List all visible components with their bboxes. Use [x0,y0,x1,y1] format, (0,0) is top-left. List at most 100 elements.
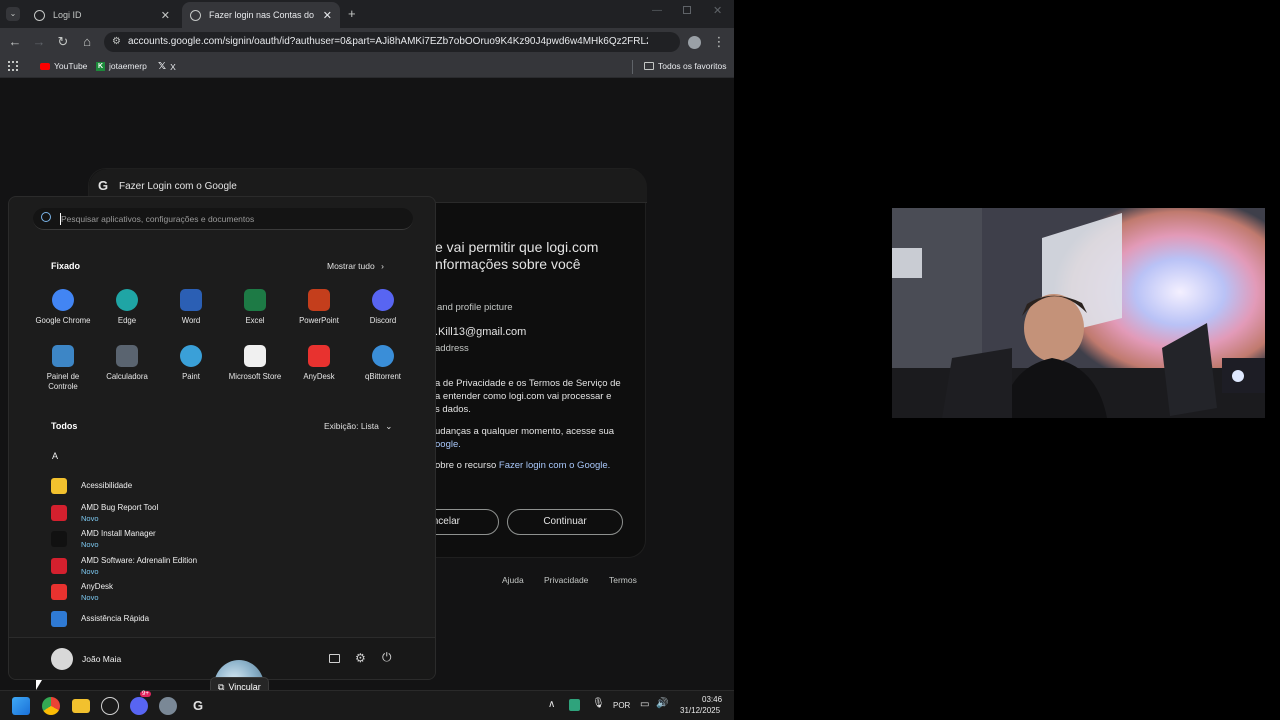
pinned-app[interactable]: Microsoft Store [223,345,287,382]
user-account-button[interactable]: João Maia [51,648,121,670]
all-bookmarks-folder[interactable]: Todos os favoritos [644,61,727,71]
excel-icon [244,289,266,311]
anydesk-icon [308,345,330,367]
profile-avatar[interactable] [688,36,701,49]
ai-assistant-taskbar-icon[interactable] [101,697,119,715]
pinned-app[interactable]: qBittorrent [351,345,415,382]
pinned-app[interactable]: Excel [223,289,287,326]
footer-privacy-link[interactable]: Privacidade [544,575,588,585]
site-info-icon[interactable]: ⚙ [112,36,121,47]
chrome-taskbar-icon[interactable] [42,697,60,715]
tab-logi-id[interactable]: Logi ID ✕ [26,2,178,28]
user-name: João Maia [82,654,122,664]
clock-time[interactable]: 03:46 [702,695,722,704]
pinned-app[interactable]: Painel de Controle [31,345,95,392]
view-mode-label: Exibição: Lista [324,421,379,431]
network-icon[interactable]: ▭ [640,699,649,710]
microphone-icon[interactable]: 🎙 [592,698,605,709]
list-item[interactable]: Assistência Rápida [51,608,411,632]
start-menu: Pesquisar aplicativos, configurações e d… [8,196,436,680]
list-item[interactable]: AMD Bug Report Tool Novo [51,502,411,526]
forward-icon[interactable]: → [32,35,46,49]
pinned-app-label: Word [181,316,201,325]
pinned-app[interactable]: Paint [159,345,223,382]
volume-icon[interactable]: 🔊 [656,698,668,709]
pinned-app[interactable]: AnyDesk [287,345,351,382]
defender-icon[interactable] [569,699,580,711]
windows-start-icon[interactable] [12,697,30,715]
pinned-app[interactable]: Google Chrome [31,289,95,326]
bookmark-label: Todos os favoritos [658,61,727,71]
folder-icon [644,62,654,70]
continue-button[interactable]: Continuar [507,509,623,535]
minimize-icon[interactable]: — [652,5,662,16]
amd-icon [51,505,67,521]
language-indicator[interactable]: POR [613,701,630,710]
clock-date[interactable]: 31/12/2025 [680,706,720,715]
pinned-app[interactable]: Calculadora [95,345,159,382]
list-item[interactable]: AMD Software: Adrenalin Edition Novo [51,555,411,579]
footer-help-link[interactable]: Ajuda [502,575,524,585]
close-icon[interactable]: ✕ [323,9,332,22]
webcam-overlay [892,208,1265,418]
pinned-app-label: Google Chrome [35,316,91,325]
g-hub-taskbar-icon[interactable]: G [189,697,207,715]
discord-taskbar-icon[interactable]: 9+ [130,691,151,715]
consent-heading-1: e vai permitir que logi.com [435,239,599,255]
file-explorer-taskbar-icon[interactable] [72,699,90,713]
bookmark-jotaemerp[interactable]: K jotaemerp [96,61,147,71]
pinned-app[interactable]: PowerPoint [287,289,351,326]
maximize-icon[interactable] [683,6,691,14]
view-mode-button[interactable]: Exibição: Lista ⌄ [324,421,392,432]
settings-gear-icon[interactable]: ⚙ [355,651,366,665]
pinned-title: Fixado [51,261,81,271]
feature-prefix: obre o recurso [435,460,497,471]
all-apps-title: Todos [51,421,78,431]
footer-terms-link[interactable]: Termos [609,575,637,585]
pinned-app[interactable]: Edge [95,289,159,326]
qbittorrent-icon [372,345,394,367]
start-search-box[interactable]: Pesquisar aplicativos, configurações e d… [33,208,413,230]
bookmark-x[interactable]: 𝕏 X [158,61,176,72]
bookmark-label: X [170,61,176,72]
discord-badge: 9+ [140,691,151,697]
list-item-name: AMD Bug Report Tool [81,503,159,512]
list-item[interactable]: AMD Install Manager Novo [51,528,411,552]
new-tab-button[interactable]: + [348,6,356,21]
address-bar[interactable]: ⚙ accounts.google.com/signin/oauth/id?au… [104,32,680,52]
home-icon[interactable]: ⌂ [80,35,94,49]
settings-taskbar-icon[interactable] [159,697,177,715]
list-item[interactable]: AnyDesk Novo [51,581,411,605]
avatar [51,648,73,670]
chevron-down-icon: ⌄ [385,421,393,431]
back-icon[interactable]: ← [8,35,22,49]
bookmark-separator [632,60,633,74]
window-close-icon[interactable]: ✕ [713,4,722,17]
letter-header[interactable]: A [52,451,58,461]
feature-link[interactable]: Fazer login com o Google. [499,460,610,471]
show-all-button[interactable]: Mostrar tudo › [327,261,384,271]
google-account-link[interactable]: oogle. [435,439,461,450]
pinned-app-label: Edge [117,316,137,325]
reload-icon[interactable]: ↻ [56,35,70,49]
tab-title: Logi ID [53,10,82,20]
tab-search-button[interactable]: ⌄ [6,7,20,21]
account-email: .Kill13@gmail.com [435,326,527,338]
consent-header-title: Fazer Login com o Google [119,181,237,192]
list-item-name: AnyDesk [81,582,114,591]
pinned-app[interactable]: Discord [351,289,415,326]
close-icon[interactable]: ✕ [161,9,170,22]
chevron-up-icon[interactable]: ∧ [548,699,555,710]
list-item[interactable]: Acessibilidade [51,475,411,499]
tab-google-login[interactable]: Fazer login nas Contas do Google ✕ [182,2,340,28]
pinned-app-label: Calculadora [106,372,148,381]
paint-icon [180,345,202,367]
google-g-icon: G [98,178,109,193]
file-explorer-icon[interactable] [329,654,340,663]
menu-icon[interactable]: ⋮ [712,35,726,49]
pinned-app[interactable]: Word [159,289,223,326]
apps-grid-icon[interactable] [8,61,18,71]
power-icon[interactable]: ⏻ [382,650,392,665]
bookmark-youtube[interactable]: YouTube [40,61,87,71]
list-item-name: AMD Install Manager [81,529,156,538]
